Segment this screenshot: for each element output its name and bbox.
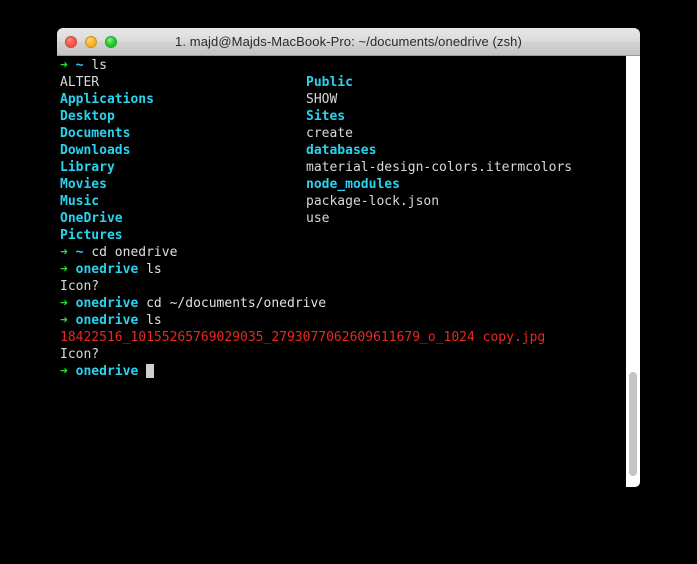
terminal-listing-row: Music package-lock.json xyxy=(60,193,640,210)
output-text: Icon? xyxy=(60,347,100,362)
prompt-command: ls xyxy=(146,262,162,277)
prompt-arrow-icon: ➜ xyxy=(60,313,68,328)
terminal-listing-row: Desktop Sites xyxy=(60,108,640,125)
listing-entry: node_modules xyxy=(306,177,400,192)
prompt-arrow-icon: ➜ xyxy=(60,58,68,73)
prompt-arrow-icon: ➜ xyxy=(60,245,68,260)
close-button[interactable] xyxy=(65,36,77,48)
listing-entry: use xyxy=(306,211,330,226)
terminal-output-line: 18422516_10155265769029035_2793077062609… xyxy=(60,329,640,346)
prompt-arrow-icon: ➜ xyxy=(60,296,68,311)
listing-entry: Public xyxy=(306,75,353,90)
terminal-listing-row: Movies node_modules xyxy=(60,176,640,193)
listing-entry: Applications xyxy=(60,92,154,107)
zoom-button[interactable] xyxy=(105,36,117,48)
minimize-button[interactable] xyxy=(85,36,97,48)
prompt-arrow-icon: ➜ xyxy=(60,262,68,277)
terminal-prompt-line: ➜ onedrive cd ~/documents/onedrive xyxy=(60,295,640,312)
terminal-listing-row: Applications SHOW xyxy=(60,91,640,108)
vertical-scrollbar[interactable] xyxy=(626,56,640,487)
listing-entry: Documents xyxy=(60,126,131,141)
prompt-path: ~ xyxy=(75,245,84,260)
prompt-path: onedrive xyxy=(75,313,139,328)
listing-entry: databases xyxy=(306,143,377,158)
listing-entry: material-design-colors.itermcolors xyxy=(306,160,573,175)
listing-entry: OneDrive xyxy=(60,211,123,226)
terminal-output-line: Icon? xyxy=(60,278,640,295)
terminal-listing-row: Documents create xyxy=(60,125,640,142)
terminal-listing-row: OneDrive use xyxy=(60,210,640,227)
prompt-path: onedrive xyxy=(75,262,139,277)
terminal-listing-row: Library material-design-colors.itermcolor… xyxy=(60,159,640,176)
terminal-screen[interactable]: ➜ ~ ls ALTER Public Applications SHOW Desktop… xyxy=(60,57,640,487)
listing-entry: Pictures xyxy=(60,228,123,243)
prompt-path: onedrive xyxy=(75,296,139,311)
text-cursor xyxy=(146,364,155,378)
terminal-prompt-line: ➜ onedrive xyxy=(60,363,640,380)
listing-entry: Sites xyxy=(306,109,346,124)
title-bar[interactable]: 1. majd@Majds-MacBook-Pro: ~/documents/o… xyxy=(57,28,640,56)
listing-entry: Movies xyxy=(60,177,107,192)
listing-entry: ALTER xyxy=(60,75,100,90)
listing-entry: create xyxy=(306,126,353,141)
output-text: Icon? xyxy=(60,279,100,294)
scrollbar-thumb[interactable] xyxy=(629,372,637,476)
prompt-path: onedrive xyxy=(75,364,139,379)
listing-entry: Library xyxy=(60,160,115,175)
listing-entry: package-lock.json xyxy=(306,194,440,209)
terminal-prompt-line: ➜ onedrive ls xyxy=(60,261,640,278)
prompt-command: ls xyxy=(146,313,162,328)
terminal-listing-row: Pictures xyxy=(60,227,640,244)
prompt-arrow-icon: ➜ xyxy=(60,364,68,379)
window-controls xyxy=(65,28,117,56)
terminal-listing-row: ALTER Public xyxy=(60,74,640,91)
prompt-command: cd ~/documents/onedrive xyxy=(146,296,327,311)
prompt-command: cd onedrive xyxy=(91,245,178,260)
listing-entry: Desktop xyxy=(60,109,115,124)
prompt-path: ~ xyxy=(75,58,84,73)
terminal-prompt-line: ➜ ~ ls xyxy=(60,57,640,74)
window-title: 1. majd@Majds-MacBook-Pro: ~/documents/o… xyxy=(175,34,522,49)
listing-entry: Downloads xyxy=(60,143,131,158)
terminal-window[interactable]: 1. majd@Majds-MacBook-Pro: ~/documents/o… xyxy=(57,28,640,487)
terminal-body[interactable]: ➜ ~ ls ALTER Public Applications SHOW Desktop… xyxy=(57,56,640,487)
listing-entry: Music xyxy=(60,194,100,209)
terminal-prompt-line: ➜ ~ cd onedrive xyxy=(60,244,640,261)
listing-entry: SHOW xyxy=(306,92,338,107)
terminal-prompt-line: ➜ onedrive ls xyxy=(60,312,640,329)
terminal-output-line: Icon? xyxy=(60,346,640,363)
terminal-listing-row: Downloads databases xyxy=(60,142,640,159)
output-text: 18422516_10155265769029035_2793077062609… xyxy=(60,330,546,345)
prompt-command: ls xyxy=(91,58,107,73)
